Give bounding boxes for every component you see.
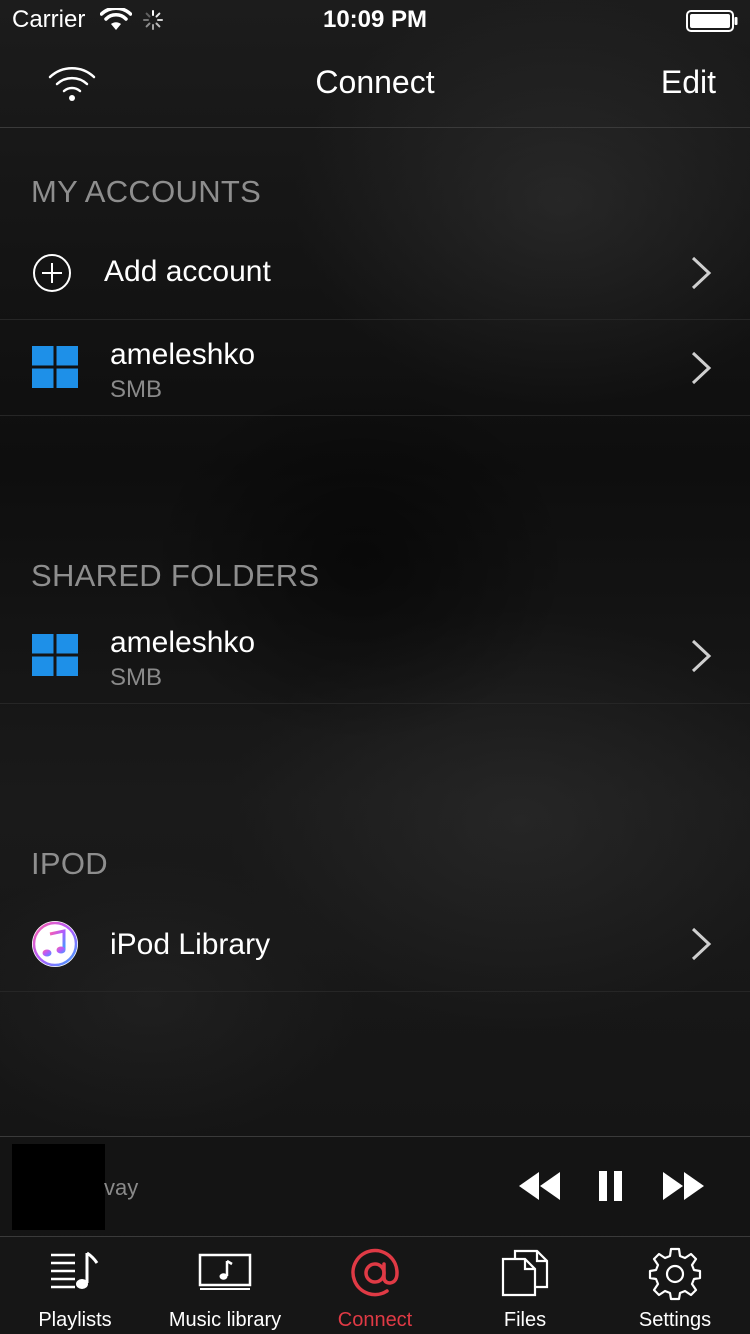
tab-label: Settings xyxy=(638,1309,712,1331)
section-header-my-accounts: MY ACCOUNTS xyxy=(31,174,262,209)
gear-icon xyxy=(648,1247,702,1301)
tab-connect[interactable]: Connect xyxy=(300,1237,450,1334)
ipod-library-row[interactable]: iPod Library xyxy=(0,896,750,992)
fast-forward-icon[interactable] xyxy=(661,1171,705,1201)
add-circle-icon xyxy=(33,254,71,292)
tab-music-library[interactable]: Music library xyxy=(150,1237,300,1334)
chevron-right-icon xyxy=(691,351,712,385)
page-title: Connect xyxy=(315,64,435,100)
battery-icon xyxy=(686,10,738,32)
windows-icon xyxy=(32,346,78,388)
tab-settings[interactable]: Settings xyxy=(600,1237,750,1334)
add-account-label: Add account xyxy=(104,255,271,288)
tab-label: Connect xyxy=(337,1309,413,1331)
itunes-music-icon xyxy=(32,921,78,967)
music-library-icon xyxy=(198,1253,252,1290)
windows-icon xyxy=(32,634,78,676)
playlist-icon xyxy=(51,1251,99,1289)
edit-button[interactable]: Edit xyxy=(661,64,716,101)
album-artwork[interactable] xyxy=(12,1144,105,1230)
files-icon xyxy=(501,1249,549,1297)
shared-folder-row[interactable]: ameleshko SMB xyxy=(0,608,750,704)
pause-icon[interactable] xyxy=(598,1170,624,1202)
add-account-row[interactable]: Add account xyxy=(0,225,750,320)
tab-label: Playlists xyxy=(38,1309,112,1331)
chevron-right-icon xyxy=(691,639,712,673)
tab-label: Music library xyxy=(168,1309,282,1331)
tab-playlists[interactable]: Playlists xyxy=(0,1237,150,1334)
chevron-right-icon xyxy=(691,256,712,290)
rewind-icon[interactable] xyxy=(518,1171,562,1201)
navigation-bar: Connect Edit xyxy=(0,40,750,128)
mini-player[interactable]: vay xyxy=(0,1136,750,1236)
shared-folder-subtitle: SMB xyxy=(110,664,163,691)
tab-bar: Playlists Music library Connect Files Se… xyxy=(0,1236,750,1334)
ipod-library-title: iPod Library xyxy=(110,928,271,961)
shared-folder-title: ameleshko xyxy=(110,626,256,659)
tab-label: Files xyxy=(503,1309,547,1331)
account-row[interactable]: ameleshko SMB xyxy=(0,320,750,416)
account-subtitle: SMB xyxy=(110,376,163,403)
section-header-ipod: IPOD xyxy=(31,846,108,881)
chevron-right-icon xyxy=(691,927,712,961)
status-bar: Carrier 10:09 PM xyxy=(0,0,750,40)
at-sign-icon xyxy=(351,1248,399,1297)
tab-files[interactable]: Files xyxy=(450,1237,600,1334)
track-title: vay xyxy=(104,1175,139,1200)
section-header-shared-folders: SHARED FOLDERS xyxy=(31,558,320,593)
status-time: 10:09 PM xyxy=(322,6,428,33)
account-title: ameleshko xyxy=(110,338,256,371)
